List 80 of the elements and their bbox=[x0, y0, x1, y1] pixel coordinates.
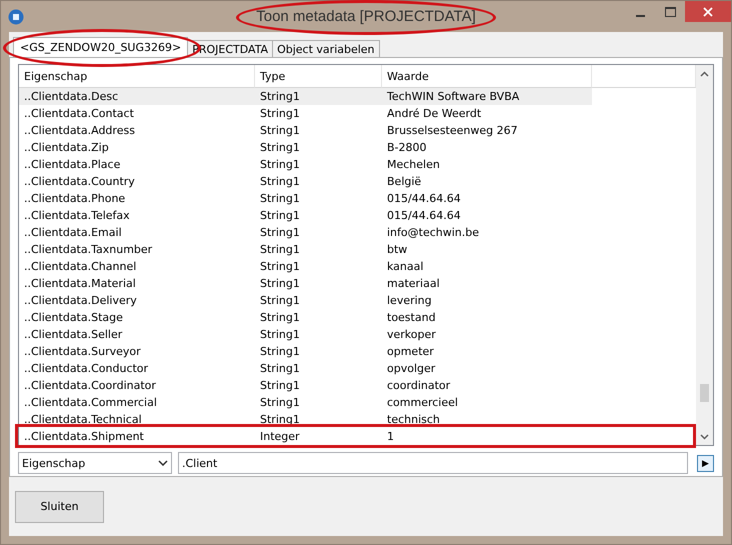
table-cell-text: levering bbox=[386, 293, 433, 309]
table-cell-text: ..Clientdata.Coordinator bbox=[23, 378, 157, 394]
app-icon bbox=[8, 8, 24, 24]
filter-field[interactable]: .Client bbox=[178, 452, 688, 474]
table-cell-text: String1 bbox=[259, 276, 301, 292]
table-cell-text: 015/44.64.64 bbox=[386, 208, 462, 224]
table-cell-text: String1 bbox=[259, 344, 301, 360]
table-cell-text: ..Clientdata.Delivery bbox=[23, 293, 138, 309]
table-cell-text: String1 bbox=[259, 378, 301, 394]
table-cell-text: ..Clientdata.Country bbox=[23, 174, 136, 190]
table-cell-text: André De Weerdt bbox=[386, 106, 482, 122]
table-cell-text: ..Clientdata.Commercial bbox=[23, 395, 158, 411]
table-cell-text: kanaal bbox=[386, 259, 424, 275]
table-cell-text: ..Clientdata.Shipment bbox=[23, 429, 145, 445]
tab[interactable]: Object variabelen bbox=[272, 40, 380, 57]
table-cell-text: String1 bbox=[259, 208, 301, 224]
close-dialog-button[interactable]: Sluiten bbox=[15, 490, 104, 522]
table-cell-text: ..Clientdata.Channel bbox=[23, 259, 138, 275]
table-cell-text: materiaal bbox=[386, 276, 441, 292]
table-cell-text: ..Clientdata.Conductor bbox=[23, 361, 150, 377]
table-cell-text: ..Clientdata.Contact bbox=[23, 106, 135, 122]
tab[interactable]: <GS_ZENDOW20_SUG3269> bbox=[13, 37, 188, 57]
table-cell-text: String1 bbox=[259, 242, 301, 258]
table-cell-text: String1 bbox=[259, 259, 301, 275]
scrollbar-thumb[interactable] bbox=[700, 384, 709, 402]
table-cell: TechWIN Software BVBA bbox=[382, 88, 592, 105]
maximize-icon bbox=[664, 7, 676, 17]
table-cell-text: ..Clientdata.Taxnumber bbox=[23, 242, 154, 258]
table-cell-text: ..Clientdata.Place bbox=[23, 157, 122, 173]
table-cell-text: String1 bbox=[259, 123, 301, 139]
table-cell-text: commercieel bbox=[386, 395, 459, 411]
table-cell-text: België bbox=[386, 174, 422, 190]
table-cell-text: String1 bbox=[259, 395, 301, 411]
table-cell-text: 015/44.64.64 bbox=[386, 191, 462, 207]
table-cell: String1 bbox=[255, 88, 382, 105]
table-cell: ..Clientdata.Desc bbox=[19, 88, 255, 105]
table-cell-text: ..Clientdata.Material bbox=[23, 276, 137, 292]
scrollbar[interactable] bbox=[696, 65, 713, 445]
scroll-up-icon[interactable] bbox=[700, 70, 709, 76]
table-cell-text: 1 bbox=[386, 429, 395, 445]
table-cell-text: toestand bbox=[386, 310, 437, 326]
scroll-down-icon[interactable] bbox=[700, 434, 709, 440]
table-cell-text: String1 bbox=[259, 293, 301, 309]
table-cell-text: ..Clientdata.Surveyor bbox=[23, 344, 142, 360]
table-cell-text: coordinator bbox=[386, 378, 452, 394]
table-cell-text: technisch bbox=[386, 412, 441, 428]
window-title: Toon metadata [PROJECTDATA] bbox=[256, 8, 476, 25]
table-cell-text: String1 bbox=[259, 327, 301, 343]
table-cell-text: String1 bbox=[259, 225, 301, 241]
table-cell-text: ..Clientdata.Phone bbox=[23, 191, 126, 207]
property-dropdown[interactable]: Eigenschap bbox=[18, 452, 172, 474]
go-button[interactable]: ▶ bbox=[697, 454, 714, 472]
table-cell-text: String1 bbox=[259, 191, 301, 207]
table-cell-text: String1 bbox=[259, 412, 301, 428]
table-cell-text: verkoper bbox=[386, 327, 437, 343]
table-cell-text: ..Clientdata.Zip bbox=[23, 140, 110, 156]
table-cell-text: Integer bbox=[259, 429, 301, 445]
table-cell-text: ..Clientdata.Email bbox=[23, 225, 123, 241]
chevron-down-icon bbox=[158, 460, 168, 466]
table-cell-text: Brusselsesteenweg 267 bbox=[386, 123, 519, 139]
table-cell-text: String1 bbox=[259, 106, 301, 122]
table-cell-text: String1 bbox=[259, 140, 301, 156]
table-cell-text: ..Clientdata.Seller bbox=[23, 327, 124, 343]
table-cell-text: Mechelen bbox=[386, 157, 441, 173]
table-cell-text: ..Clientdata.Telefax bbox=[23, 208, 131, 224]
table-cell-text: B-2800 bbox=[386, 140, 428, 156]
minimize-icon bbox=[636, 14, 644, 16]
table-cell-text: btw bbox=[386, 242, 408, 258]
table-cell-text: ..Clientdata.Technical bbox=[23, 412, 143, 428]
table-cell-text: opmeter bbox=[386, 344, 435, 360]
table-cell-text: String1 bbox=[259, 157, 301, 173]
table-cell-text: String1 bbox=[259, 174, 301, 190]
table-cell-text: info@techwin.be bbox=[386, 225, 480, 241]
table-cell-text: String1 bbox=[259, 310, 301, 326]
close-button[interactable] bbox=[685, 1, 731, 22]
table-cell-text: String1 bbox=[259, 361, 301, 377]
table-cell-text: ..Clientdata.Stage bbox=[23, 310, 124, 326]
close-icon bbox=[703, 6, 713, 16]
table-cell-text: ..Clientdata.Address bbox=[23, 123, 136, 139]
table-cell-text: opvolger bbox=[386, 361, 436, 377]
